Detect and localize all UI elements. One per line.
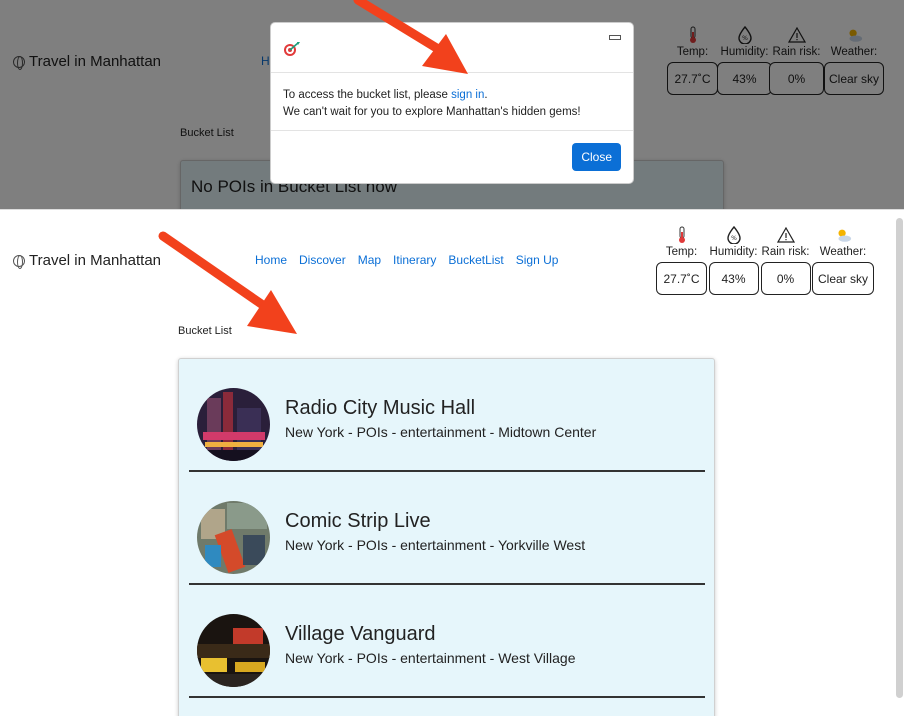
rain-label: Rain risk: (761, 246, 810, 258)
poi-thumbnail-village-vanguard (197, 614, 270, 687)
minimize-icon[interactable] (609, 35, 621, 40)
nav-itinerary[interactable]: Itinerary (393, 253, 436, 267)
sky-value: Clear sky (812, 262, 874, 295)
modal-body: To access the bucket list, please sign i… (271, 73, 633, 131)
modal-text-suffix: . (484, 89, 488, 101)
rain-value: 0% (760, 262, 811, 295)
poi-name[interactable]: Village Vanguard (285, 623, 436, 646)
page-with-modal: Travel in Manhattan H Temp: 27.7˚C % Hum… (0, 0, 904, 209)
poi-list-item[interactable]: Comic Strip Live New York - POIs - enter… (189, 472, 705, 585)
sign-in-link[interactable]: sign in (451, 89, 484, 101)
poi-list-item[interactable]: Village Vanguard New York - POIs - enter… (189, 585, 705, 698)
sign-in-modal: To access the bucket list, please sign i… (270, 22, 634, 184)
warning-triangle-icon (776, 226, 795, 244)
modal-line-1: To access the bucket list, please sign i… (283, 87, 621, 104)
screenshot-stage: Travel in Manhattan H Temp: 27.7˚C % Hum… (0, 0, 904, 716)
close-button[interactable]: Close (572, 143, 621, 171)
thermometer-icon (673, 226, 691, 244)
temp-value: 27.7˚C (656, 262, 707, 295)
nav-discover[interactable]: Discover (299, 253, 346, 267)
weather-sky: Weather: Clear sky (812, 226, 874, 295)
partly-sunny-icon (834, 226, 852, 244)
poi-subtitle: New York - POIs - entertainment - Yorkvi… (285, 537, 586, 553)
weather-humidity: % Humidity: 43% (708, 226, 759, 295)
dartboard-icon (283, 41, 301, 62)
modal-text-prefix: To access the bucket list, please (283, 89, 452, 101)
sky-label: Weather: (819, 246, 867, 258)
page-bucket-list: Travel in Manhattan Home Discover Map It… (0, 209, 904, 716)
poi-name[interactable]: Comic Strip Live (285, 510, 431, 533)
nav-signup[interactable]: Sign Up (516, 253, 559, 267)
svg-text:%: % (731, 235, 737, 242)
weather-rain: Rain risk: 0% (760, 226, 811, 295)
modal-header (271, 23, 633, 73)
nav-bucketlist[interactable]: BucketList (448, 253, 503, 267)
nav-bar: Home Discover Map Itinerary BucketList S… (255, 253, 570, 267)
modal-line-2: We can't wait for you to explore Manhatt… (283, 106, 581, 118)
poi-name[interactable]: Radio City Music Hall (285, 397, 475, 420)
modal-footer: Close (271, 131, 633, 183)
humidity-label: Humidity: (709, 246, 758, 258)
poi-subtitle: New York - POIs - entertainment - Midtow… (285, 424, 597, 440)
humidity-value: 43% (708, 262, 759, 295)
temp-label: Temp: (665, 246, 698, 258)
nav-map[interactable]: Map (358, 253, 381, 267)
bucket-list-label: Bucket List (178, 325, 232, 337)
weather-temp: Temp: 27.7˚C (656, 226, 707, 295)
poi-thumbnail-radio-city (197, 388, 270, 461)
humidity-drop-icon: % (725, 226, 743, 244)
scrollbar[interactable] (896, 218, 903, 698)
poi-list-item[interactable]: Radio City Music Hall New York - POIs - … (189, 359, 705, 472)
globe-icon (13, 254, 25, 269)
bucket-list-card: Radio City Music Hall New York - POIs - … (178, 358, 715, 716)
poi-thumbnail-comic-strip (197, 501, 270, 574)
weather-widget: Temp: 27.7˚C % Humidity: 43% Rain risk: … (656, 226, 874, 295)
brand[interactable]: Travel in Manhattan (13, 252, 161, 269)
brand-label: Travel in Manhattan (29, 252, 162, 269)
nav-home[interactable]: Home (255, 253, 287, 267)
poi-subtitle: New York - POIs - entertainment - West V… (285, 650, 576, 666)
divider (189, 696, 705, 698)
